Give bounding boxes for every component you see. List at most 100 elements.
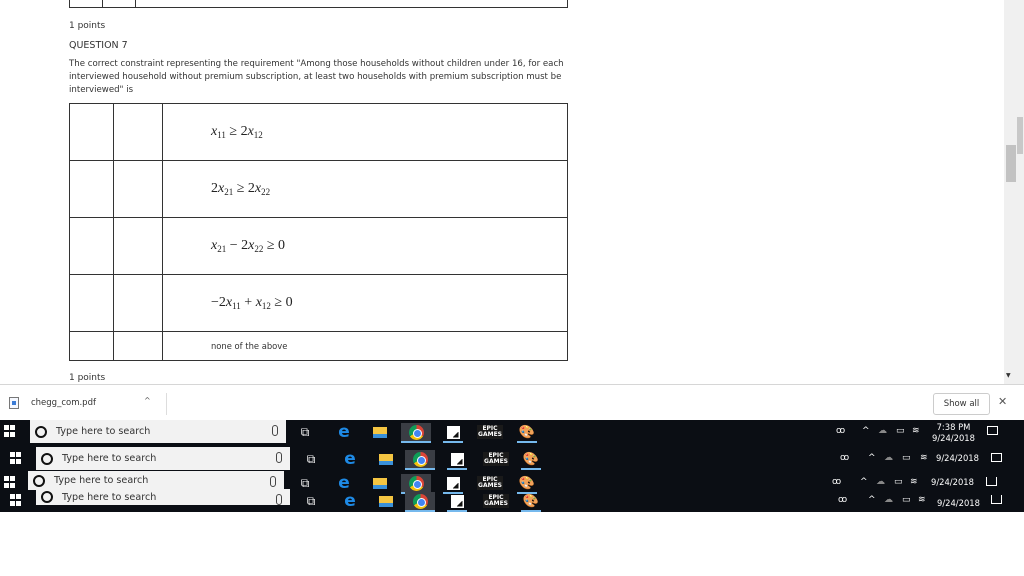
notification-icon[interactable]: [987, 426, 998, 435]
search-box[interactable]: Type here to search: [28, 471, 284, 490]
chevron-up-icon[interactable]: ^: [868, 495, 876, 505]
notification-icon[interactable]: [991, 453, 1002, 462]
battery-icon[interactable]: ▭: [896, 426, 905, 436]
option-selector[interactable]: [69, 331, 114, 361]
scrollbar-thumb[interactable]: [1006, 145, 1016, 182]
wifi-icon[interactable]: ≋: [910, 477, 918, 487]
option-text: x21 − 2x22 ≥ 0: [162, 217, 568, 275]
windows-start-icon[interactable]: [10, 494, 22, 506]
wifi-icon[interactable]: ≋: [918, 495, 926, 505]
screen: 1 points QUESTION 7 The correct constrai…: [0, 0, 1024, 576]
sticky-notes-icon[interactable]: [447, 492, 467, 512]
people-icon[interactable]: ꝏ: [836, 426, 845, 436]
battery-icon[interactable]: ▭: [894, 477, 903, 487]
wifi-icon[interactable]: ≋: [912, 426, 920, 436]
answer-option[interactable]: x21 − 2x22 ≥ 0: [69, 217, 568, 275]
battery-icon[interactable]: ▭: [902, 495, 911, 505]
search-box[interactable]: Type here to search: [30, 420, 286, 443]
chrome-icon[interactable]: [405, 450, 435, 470]
show-all-button[interactable]: Show all: [933, 393, 990, 415]
paint-icon[interactable]: 🎨: [517, 423, 537, 443]
paint-icon[interactable]: 🎨: [521, 450, 541, 470]
people-icon[interactable]: ꝏ: [838, 495, 847, 505]
microphone-icon[interactable]: [276, 494, 282, 505]
epic-games-icon[interactable]: EPIC GAMES: [483, 492, 509, 510]
chrome-icon[interactable]: [401, 423, 431, 443]
wifi-icon[interactable]: ≋: [920, 453, 928, 463]
option-text: x11 ≥ 2x12: [162, 103, 568, 161]
question-title: QUESTION 7: [69, 40, 128, 51]
file-explorer-icon[interactable]: [370, 423, 390, 441]
clock[interactable]: 9/24/2018: [936, 453, 979, 464]
outer-scrollbar-thumb[interactable]: [1017, 117, 1023, 154]
people-icon[interactable]: ꝏ: [840, 453, 849, 463]
onedrive-icon[interactable]: ☁: [878, 426, 887, 436]
file-explorer-icon[interactable]: [376, 450, 396, 468]
option-selector[interactable]: [69, 160, 114, 218]
search-box[interactable]: Type here to search: [36, 447, 290, 470]
epic-games-icon[interactable]: EPIC GAMES: [483, 450, 509, 468]
windows-start-icon[interactable]: [4, 425, 16, 437]
task-view-icon[interactable]: ⧉: [295, 423, 315, 441]
clock[interactable]: 9/24/2018: [931, 477, 974, 488]
task-view-icon[interactable]: ⧉: [301, 492, 321, 510]
option-text: 2x21 ≥ 2x22: [162, 160, 568, 218]
microphone-icon[interactable]: [270, 476, 276, 487]
chevron-up-icon[interactable]: ^: [860, 477, 868, 487]
option-selector[interactable]: [69, 274, 114, 332]
file-explorer-icon[interactable]: [376, 492, 396, 510]
answer-option[interactable]: x11 ≥ 2x12: [69, 103, 568, 161]
clock[interactable]: 9/24/2018: [937, 498, 980, 509]
edge-icon[interactable]: e: [334, 422, 354, 442]
option-selector[interactable]: [69, 217, 114, 275]
taskbar: Type here to search ⧉ e EPIC GAMES 🎨 ꝏ ^…: [0, 447, 1024, 470]
onedrive-icon[interactable]: ☁: [876, 477, 885, 487]
chrome-icon[interactable]: [405, 492, 435, 512]
chevron-up-icon[interactable]: ^: [862, 426, 870, 436]
microphone-icon[interactable]: [276, 452, 282, 463]
points-label: 1 points: [69, 21, 106, 31]
scroll-down-arrow-icon[interactable]: ▼: [1006, 372, 1011, 379]
search-placeholder: Type here to search: [62, 491, 157, 503]
sticky-notes-icon[interactable]: [447, 450, 467, 470]
epic-games-icon[interactable]: EPIC GAMES: [477, 423, 503, 441]
clock-date: 9/24/2018: [931, 477, 974, 487]
paint-icon[interactable]: 🎨: [521, 492, 541, 512]
answer-option[interactable]: −2x11 + x12 ≥ 0: [69, 274, 568, 332]
sticky-notes-icon[interactable]: [443, 423, 463, 443]
chevron-up-icon[interactable]: ^: [144, 396, 151, 405]
option-label: [113, 160, 163, 218]
divider: [166, 393, 167, 415]
onedrive-icon[interactable]: ☁: [884, 495, 893, 505]
notification-icon[interactable]: [986, 477, 997, 486]
download-item[interactable]: chegg_com.pdf ^: [6, 385, 166, 421]
close-icon[interactable]: ✕: [998, 395, 1007, 408]
option-text: −2x11 + x12 ≥ 0: [162, 274, 568, 332]
clock[interactable]: 7:38 PM 9/24/2018: [932, 422, 975, 444]
windows-start-icon[interactable]: [10, 452, 22, 464]
task-view-icon[interactable]: ⧉: [301, 450, 321, 468]
battery-icon[interactable]: ▭: [902, 453, 911, 463]
taskbar: Type here to search ⧉ e EPIC GAMES 🎨 ꝏ ^…: [0, 489, 1024, 512]
microphone-icon[interactable]: [272, 425, 278, 436]
answer-option[interactable]: 2x21 ≥ 2x22: [69, 160, 568, 218]
onedrive-icon[interactable]: ☁: [884, 453, 893, 463]
chevron-up-icon[interactable]: ^: [868, 453, 876, 463]
notification-icon[interactable]: [991, 495, 1002, 504]
option-selector[interactable]: [69, 103, 114, 161]
cortana-icon: [41, 452, 53, 465]
edge-icon[interactable]: e: [340, 491, 360, 511]
question-text: The correct constraint representing the …: [69, 59, 564, 95]
people-icon[interactable]: ꝏ: [832, 477, 841, 487]
edge-icon[interactable]: e: [340, 449, 360, 469]
search-placeholder: Type here to search: [62, 453, 157, 464]
clock-date: 9/24/2018: [932, 433, 975, 443]
vertical-scrollbar[interactable]: [1004, 0, 1024, 384]
cortana-icon: [35, 425, 47, 438]
taskbar-stack: Type here to search ⧉ e EPIC GAMES 🎨 ꝏ ^…: [0, 420, 1024, 512]
option-label: [113, 274, 163, 332]
search-box[interactable]: Type here to search: [36, 489, 290, 505]
answer-option[interactable]: none of the above: [69, 331, 568, 361]
clock-time: 7:38 PM: [936, 422, 971, 432]
windows-start-icon[interactable]: [4, 476, 16, 488]
